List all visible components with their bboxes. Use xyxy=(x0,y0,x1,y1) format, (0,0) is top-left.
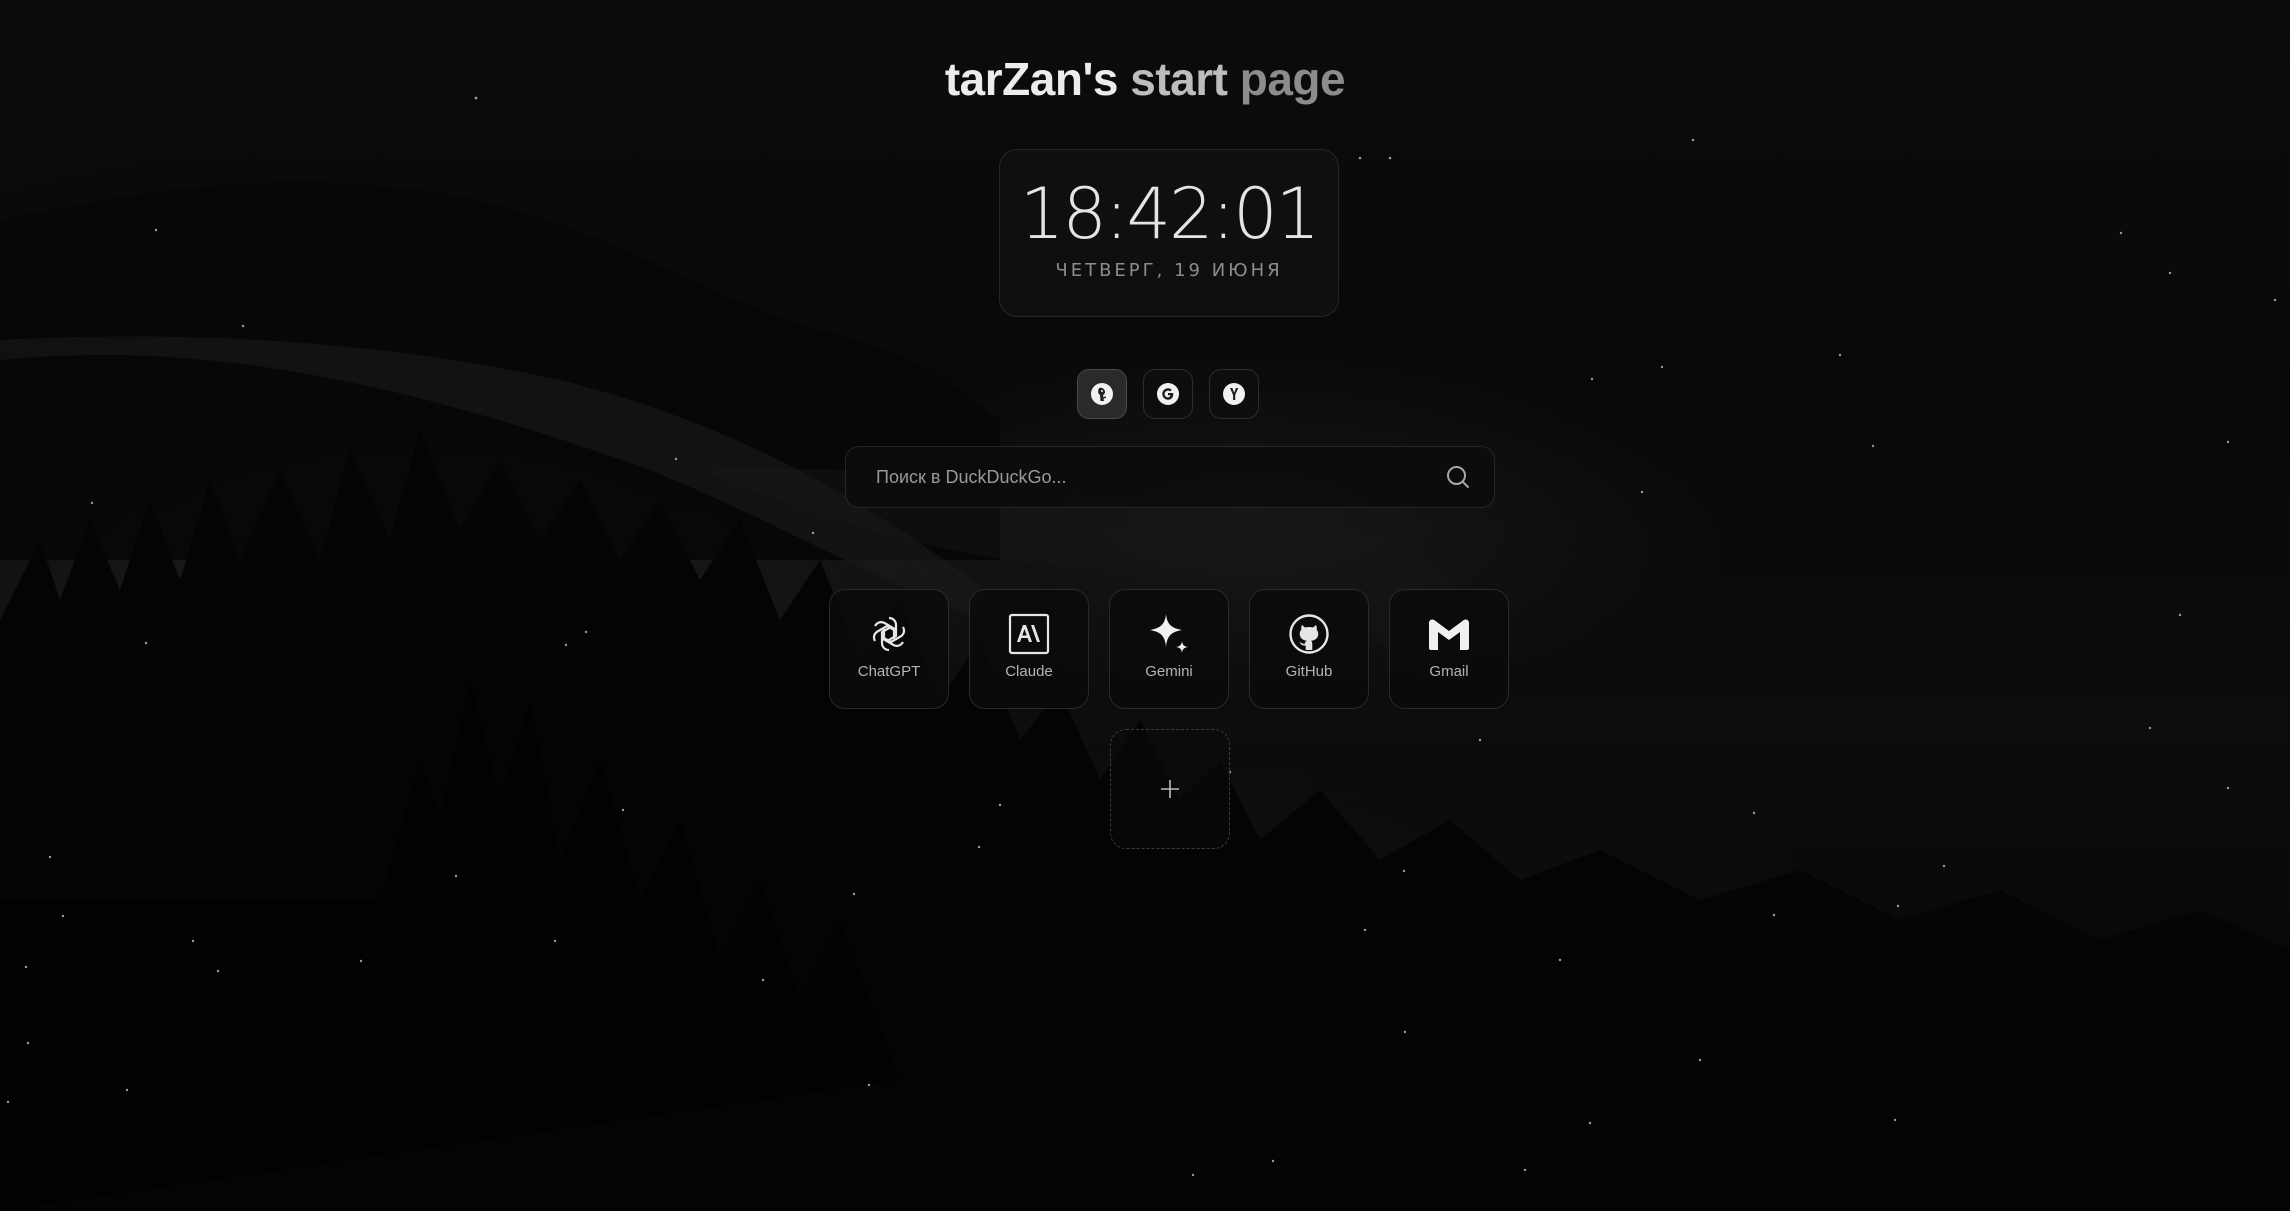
shortcut-label: Claude xyxy=(1005,663,1053,680)
gmail-icon xyxy=(1427,612,1471,656)
search-icon[interactable] xyxy=(1444,463,1472,491)
page-title: tarZan's start page xyxy=(0,52,2290,106)
shortcut-label: Gmail xyxy=(1429,663,1469,680)
clock-time: 18:42:01 xyxy=(1019,173,1320,255)
search-input[interactable] xyxy=(874,465,1444,489)
add-shortcut-button[interactable] xyxy=(1110,729,1230,849)
shortcut-label: ChatGPT xyxy=(857,663,921,680)
shortcut-grid: ChatGPT Claude Gemini GitHub Gmail xyxy=(829,589,1509,709)
title-name: tarZan's xyxy=(944,53,1119,105)
github-icon xyxy=(1287,612,1331,656)
clock-date: ЧЕТВЕРГ, 19 ИЮНЯ xyxy=(1055,260,1283,281)
yandex-icon xyxy=(1223,383,1245,405)
engine-button-duckduckgo[interactable] xyxy=(1077,369,1127,419)
shortcut-gmail[interactable]: Gmail xyxy=(1389,589,1509,709)
engine-button-yandex[interactable] xyxy=(1209,369,1259,419)
search-engine-switcher xyxy=(1077,369,1259,419)
search-bar xyxy=(845,446,1495,508)
shortcut-gemini[interactable]: Gemini xyxy=(1109,589,1229,709)
clock-widget: 18:42:01 ЧЕТВЕРГ, 19 ИЮНЯ xyxy=(999,149,1339,317)
chatgpt-icon xyxy=(867,612,911,656)
shortcut-claude[interactable]: Claude xyxy=(969,589,1089,709)
title-page: page xyxy=(1239,53,1346,105)
shortcut-chatgpt[interactable]: ChatGPT xyxy=(829,589,949,709)
gemini-icon xyxy=(1147,612,1191,656)
shortcut-label: GitHub xyxy=(1285,663,1333,680)
engine-button-google[interactable] xyxy=(1143,369,1193,419)
google-icon xyxy=(1157,383,1179,405)
plus-icon xyxy=(1161,780,1179,798)
shortcut-label: Gemini xyxy=(1145,663,1193,680)
claude-icon xyxy=(1007,612,1051,656)
title-start: start xyxy=(1130,53,1228,105)
shortcut-github[interactable]: GitHub xyxy=(1249,589,1369,709)
duckduckgo-icon xyxy=(1091,383,1113,405)
